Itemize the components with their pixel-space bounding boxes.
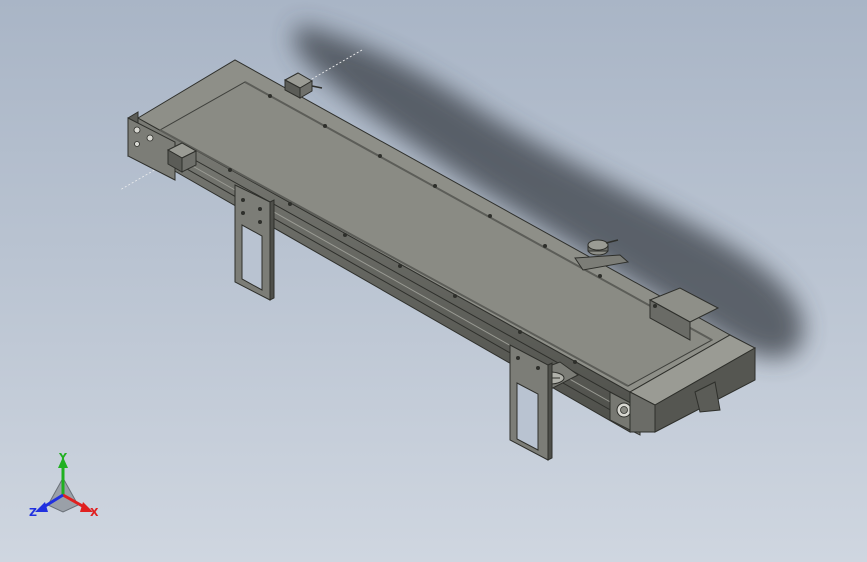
left-end-hole-1: [133, 126, 141, 134]
triad-x-label: X: [90, 506, 99, 519]
left-end-hole-2: [146, 134, 154, 142]
right-end-hole-inner: [620, 406, 628, 414]
model-canvas[interactable]: Y X Z: [0, 0, 867, 562]
support-leg-left[interactable]: [234, 184, 275, 301]
left-end-hole-3: [134, 141, 140, 147]
3d-viewport[interactable]: Y X Z: [0, 0, 867, 562]
triad-z-label: Z: [29, 506, 37, 519]
triad-y-label: Y: [58, 451, 68, 464]
orientation-triad[interactable]: Y X Z: [29, 451, 99, 519]
